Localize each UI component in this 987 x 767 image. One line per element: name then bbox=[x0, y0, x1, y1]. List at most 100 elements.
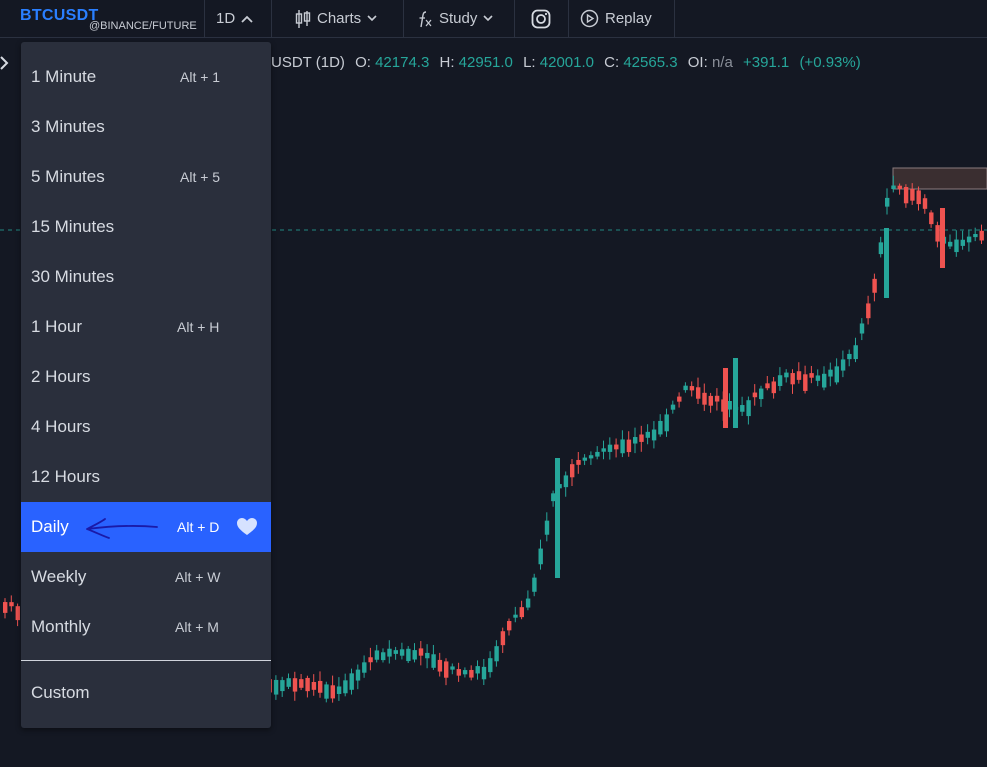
menu-item-label: 2 Hours bbox=[31, 367, 91, 386]
menu-item-label: Daily bbox=[31, 517, 69, 536]
menu-item-1-minute[interactable]: 1 Minute Alt + 1 bbox=[21, 52, 271, 102]
candle-body bbox=[658, 420, 663, 435]
menu-item-label: 1 Hour bbox=[31, 317, 83, 336]
candle-body bbox=[475, 666, 480, 674]
menu-item-label: 3 Minutes bbox=[31, 117, 105, 136]
menu-item-12-hours[interactable]: 12 Hours bbox=[21, 452, 271, 502]
toolbar-divider bbox=[674, 0, 675, 37]
candle-body bbox=[727, 401, 732, 410]
heart-icon[interactable] bbox=[236, 517, 258, 537]
candle-body bbox=[431, 654, 436, 668]
candle-body bbox=[633, 437, 638, 444]
candle-body bbox=[859, 323, 865, 334]
candle-body bbox=[349, 673, 354, 690]
candle-body bbox=[840, 359, 846, 371]
menu-item-weekly[interactable]: Weekly Alt + W bbox=[21, 552, 271, 602]
candle-body bbox=[683, 385, 688, 391]
candle-body bbox=[696, 387, 701, 399]
interval-button[interactable]: 1D bbox=[216, 0, 253, 37]
menu-item-custom[interactable]: Custom bbox=[21, 668, 271, 718]
menu-item-shortcut: Alt + 5 bbox=[180, 169, 221, 185]
candle-body bbox=[664, 414, 669, 432]
candle-body bbox=[355, 669, 361, 681]
candle-body bbox=[620, 439, 625, 454]
candle-body bbox=[412, 650, 417, 660]
candle-body bbox=[670, 404, 676, 410]
legend-low-value: 42001.0 bbox=[539, 54, 594, 71]
interval-label: 1D bbox=[216, 10, 236, 27]
candle-body bbox=[368, 657, 373, 663]
candle-body bbox=[771, 381, 776, 394]
menu-divider bbox=[21, 660, 271, 661]
menu-item-label: Custom bbox=[31, 683, 90, 702]
charts-button[interactable]: Charts bbox=[295, 0, 377, 37]
candle-body bbox=[362, 662, 367, 673]
menu-item-4-hours[interactable]: 4 Hours bbox=[21, 402, 271, 452]
instagram-button[interactable] bbox=[531, 0, 551, 37]
candle-body bbox=[702, 392, 707, 405]
candle-body bbox=[979, 230, 984, 241]
menu-item-3-minutes[interactable]: 3 Minutes bbox=[21, 102, 271, 152]
candle-body bbox=[519, 607, 524, 618]
chevron-right-icon[interactable] bbox=[0, 56, 9, 70]
candle-body bbox=[815, 375, 821, 381]
candle-body bbox=[292, 678, 298, 692]
toolbar-divider bbox=[204, 0, 205, 37]
ohlc-legend: USDT (1D) O: 42174.3 H: 42951.0 L: 42001… bbox=[271, 54, 861, 71]
candle-body bbox=[910, 189, 915, 201]
candle-body bbox=[759, 388, 764, 400]
exchange-name: @BINANCE/FUTURE bbox=[89, 20, 197, 32]
candle-body bbox=[299, 679, 304, 688]
legend-high-value: 42951.0 bbox=[458, 54, 513, 71]
candle-body bbox=[645, 431, 650, 438]
study-label: Study bbox=[439, 10, 478, 27]
menu-item-label: Monthly bbox=[31, 617, 91, 636]
candle-body bbox=[462, 670, 468, 675]
candle-body bbox=[273, 679, 279, 695]
candle-body bbox=[500, 631, 506, 646]
candle-body bbox=[538, 548, 543, 565]
menu-item-label: 1 Minute bbox=[31, 67, 97, 86]
candle-body bbox=[903, 186, 909, 204]
top-toolbar: BTCUSDT @BINANCE/FUTURE 1D Charts Study … bbox=[0, 0, 987, 38]
candle-body bbox=[708, 395, 713, 406]
symbol-name[interactable]: BTCUSDT bbox=[20, 7, 99, 25]
legend-high-label: H: bbox=[439, 54, 455, 71]
trading-app: USDT (1D) O: 42174.3 H: 42951.0 L: 42001… bbox=[0, 0, 987, 767]
menu-item-15-minutes[interactable]: 15 Minutes bbox=[21, 202, 271, 252]
toolbar-divider bbox=[568, 0, 569, 37]
candle-body bbox=[532, 577, 537, 592]
chevron-down-icon bbox=[367, 15, 377, 22]
study-button[interactable]: Study bbox=[417, 0, 493, 37]
instagram-icon bbox=[531, 9, 551, 28]
candle-body bbox=[677, 396, 682, 402]
menu-item-5-minutes[interactable]: 5 Minutes Alt + 5 bbox=[21, 152, 271, 202]
menu-item-2-hours[interactable]: 2 Hours bbox=[21, 352, 271, 402]
menu-item-1-hour[interactable]: 1 Hour Alt + H bbox=[21, 302, 271, 352]
legend-open-value: 42174.3 bbox=[375, 54, 430, 71]
candle-body bbox=[733, 358, 738, 428]
candle-body bbox=[374, 650, 380, 660]
legend-low-label: L: bbox=[523, 54, 536, 71]
candle-body bbox=[494, 646, 499, 662]
candle-body bbox=[948, 241, 953, 247]
candle-body bbox=[790, 373, 795, 385]
candle-body bbox=[330, 685, 335, 699]
chevron-up-icon bbox=[241, 15, 253, 23]
menu-item-daily[interactable]: Daily Alt + D bbox=[21, 502, 271, 552]
menu-item-30-minutes[interactable]: 30 Minutes bbox=[21, 252, 271, 302]
candle-body bbox=[651, 429, 657, 441]
candle-body bbox=[563, 475, 569, 488]
candle-body bbox=[555, 458, 560, 578]
legend-close-value: 42565.3 bbox=[623, 54, 678, 71]
candle-body bbox=[803, 374, 808, 391]
candle-body bbox=[966, 236, 972, 243]
menu-item-monthly[interactable]: Monthly Alt + M bbox=[21, 602, 271, 652]
candle-body bbox=[878, 242, 884, 255]
legend-close-label: C: bbox=[604, 54, 620, 71]
candle-body bbox=[336, 686, 342, 694]
menu-item-shortcut: Alt + M bbox=[175, 619, 219, 635]
replay-button[interactable]: Replay bbox=[580, 0, 652, 37]
replay-label: Replay bbox=[605, 10, 652, 27]
candle-body bbox=[714, 395, 720, 402]
